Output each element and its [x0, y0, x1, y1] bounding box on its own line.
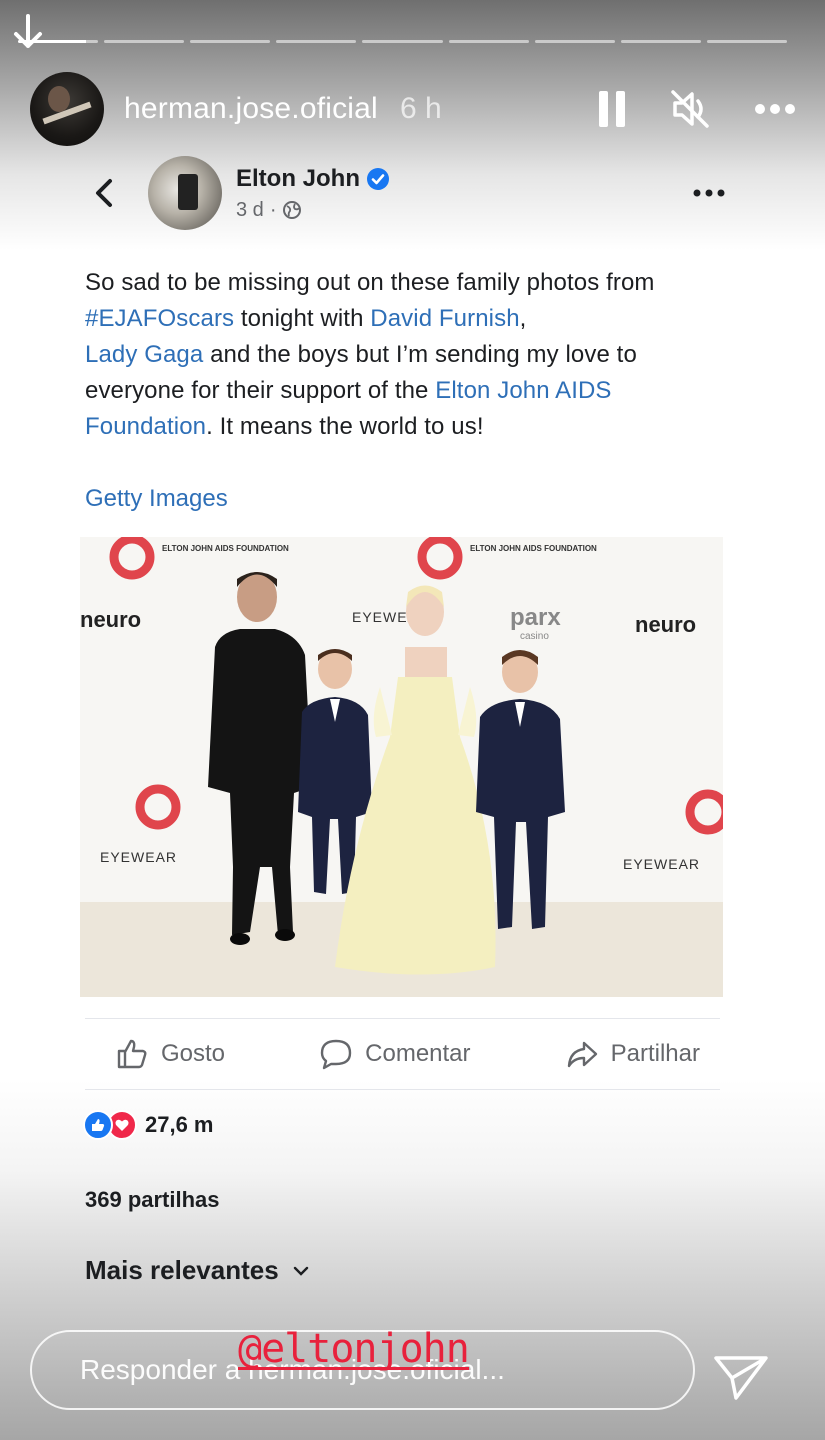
more-horizontal-icon[interactable] — [755, 103, 795, 115]
arrow-down-icon[interactable] — [10, 12, 46, 52]
story-user-avatar[interactable] — [30, 72, 104, 146]
backdrop-text-neuro: neuro — [80, 607, 141, 632]
post-text-segment: , — [519, 305, 527, 332]
post-header: Elton John 3 d · — [85, 155, 725, 231]
mention-sticker[interactable]: @eltonjohn — [238, 1326, 470, 1372]
post-meta: 3 d · — [236, 199, 390, 222]
verified-badge-icon — [366, 167, 389, 190]
backdrop-text-parx: parx — [510, 604, 561, 631]
mention-link-david-furnish[interactable]: David Furnish — [370, 305, 519, 332]
story-timestamp: 6 h — [399, 92, 442, 125]
mention-link-lady-gaga[interactable]: Lady Gaga — [85, 341, 203, 368]
shares-count[interactable]: 369 partilhas — [85, 1187, 220, 1213]
chevron-down-icon — [293, 1266, 308, 1276]
sort-label: Mais relevantes — [85, 1255, 279, 1285]
backdrop-text-eyewear: EYEWEAR — [100, 849, 177, 865]
post-text-segment: tonight with — [234, 305, 371, 332]
comment-button[interactable]: Comentar — [319, 1037, 471, 1071]
progress-segment — [448, 40, 529, 43]
post-more-icon[interactable] — [693, 189, 725, 197]
family-photo-illustration: ELTON JOHN AIDS FOUNDATION ELTON JOHN AI… — [80, 537, 723, 997]
progress-segment — [362, 40, 443, 43]
photo-credit-link[interactable]: Getty Images — [85, 485, 228, 513]
post-text-segment: So sad to be missing out on these family… — [85, 269, 655, 296]
backdrop-text-casino: casino — [520, 631, 549, 642]
progress-segment — [534, 40, 615, 43]
story-progress-bar — [18, 40, 787, 43]
post-text-segment: . It means the world to us! — [206, 413, 484, 440]
backdrop-text-eyewear: EYEWEAR — [623, 856, 700, 872]
like-reaction-icon — [83, 1110, 113, 1140]
send-paper-plane-icon[interactable] — [712, 1352, 770, 1404]
chevron-left-icon[interactable] — [90, 173, 120, 213]
share-label: Partilhar — [610, 1040, 700, 1067]
progress-segment — [276, 40, 357, 43]
reactions-count: 27,6 m — [145, 1112, 214, 1137]
progress-segment — [190, 40, 271, 43]
pause-icon[interactable] — [599, 91, 625, 127]
speaker-muted-icon[interactable] — [669, 89, 711, 129]
share-arrow-icon — [567, 1041, 597, 1068]
progress-segment — [104, 40, 185, 43]
backdrop-text-foundation: ELTON JOHN AIDS FOUNDATION — [162, 544, 289, 553]
story-controls — [599, 89, 795, 129]
like-button[interactable]: Gosto — [115, 1037, 225, 1071]
comments-sort-dropdown[interactable]: Mais relevantes — [85, 1255, 309, 1286]
story-username[interactable]: herman.jose.oficial — [124, 92, 378, 126]
post-text: So sad to be missing out on these family… — [85, 265, 725, 445]
post-age[interactable]: 3 d — [236, 199, 264, 222]
meta-separator: · — [269, 198, 277, 221]
backdrop-text-neuro: neuro — [635, 612, 696, 637]
thumbs-up-icon — [117, 1039, 147, 1069]
comment-bubble-icon — [320, 1039, 352, 1070]
backdrop-text-foundation: ELTON JOHN AIDS FOUNDATION — [470, 544, 597, 553]
hashtag-link[interactable]: #EJAFOscars — [85, 305, 234, 332]
comment-label: Comentar — [365, 1040, 471, 1067]
reactions-summary[interactable]: 27,6 m — [83, 1110, 214, 1140]
author-avatar[interactable] — [148, 156, 222, 230]
post-photo[interactable]: ELTON JOHN AIDS FOUNDATION ELTON JOHN AI… — [80, 537, 723, 997]
post-actions-bar: Gosto Comentar Partilhar — [85, 1018, 720, 1090]
author-name-row: Elton John — [236, 165, 390, 193]
progress-segment — [706, 40, 787, 43]
globe-icon — [283, 201, 302, 219]
author-meta: Elton John 3 d · — [236, 165, 390, 222]
like-label: Gosto — [161, 1040, 226, 1067]
author-name[interactable]: Elton John — [236, 165, 360, 193]
progress-segment — [620, 40, 701, 43]
progress-segment-current — [18, 40, 99, 43]
story-header: herman.jose.oficial 6 h — [30, 72, 795, 146]
share-button[interactable]: Partilhar — [565, 1037, 700, 1071]
